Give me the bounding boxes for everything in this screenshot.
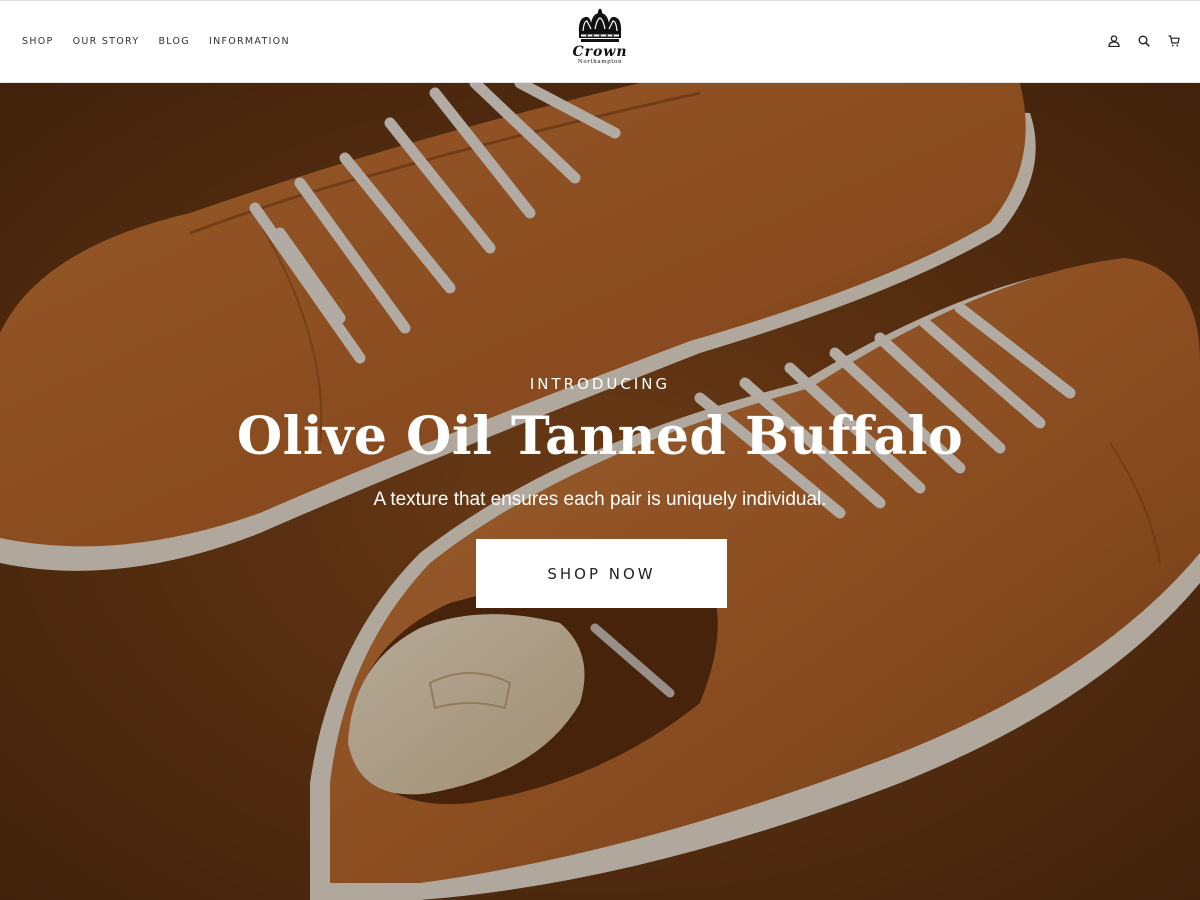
logo-wordmark: Crown (572, 44, 628, 60)
logo-subtitle: Northampton (577, 59, 623, 65)
crown-logo[interactable]: Crown Northampton (560, 9, 640, 77)
hero-content: INTRODUCING Olive Oil Tanned Buffalo A t… (0, 83, 1200, 900)
main-nav: SHOP OUR STORY BLOG INFORMATION (22, 36, 290, 47)
nav-our-story[interactable]: OUR STORY (73, 36, 140, 47)
crown-icon (578, 9, 622, 42)
hero-subheadline: A texture that ensures each pair is uniq… (373, 489, 827, 510)
cart-icon[interactable] (1167, 34, 1180, 48)
nav-blog[interactable]: BLOG (158, 36, 190, 47)
search-icon[interactable] (1137, 34, 1150, 48)
hero-banner: INTRODUCING Olive Oil Tanned Buffalo A t… (0, 83, 1200, 900)
nav-shop[interactable]: SHOP (22, 36, 54, 47)
account-icon[interactable] (1107, 34, 1120, 48)
hero-eyebrow: INTRODUCING (529, 375, 671, 393)
header-icons (1107, 34, 1180, 48)
shop-now-button[interactable]: SHOP NOW (476, 539, 727, 608)
hero-headline: Olive Oil Tanned Buffalo (236, 406, 964, 467)
site-header: SHOP OUR STORY BLOG INFORMATION Crown No… (0, 0, 1200, 83)
nav-information[interactable]: INFORMATION (209, 36, 290, 47)
